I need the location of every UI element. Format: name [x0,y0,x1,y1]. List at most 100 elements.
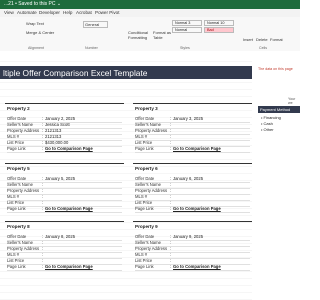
style-normal[interactable]: Normal [172,27,202,33]
property-card: Property 9 Offer Date: January 9, 2025 Sell… [133,221,252,273]
menu-view[interactable]: View [4,10,14,15]
row-label: Seller's Name [135,240,161,245]
comparison-page-link[interactable]: Go to Comparison Page [45,146,93,151]
row-colon: : [170,206,172,211]
menu-help[interactable]: Help [63,10,72,15]
row-colon: : [170,146,172,151]
row-label: List Price [135,140,153,145]
menu-power-pivot[interactable]: Power Pivot [95,10,120,15]
page-banner: ltiple Offer Comparison Excel Template [0,66,252,79]
row-colon: : [42,206,44,211]
ribbon: Wrap Text Merge & Center Alignment Gener… [0,17,300,52]
row-label: MLS # [7,134,20,139]
row-label: List Price [7,200,25,205]
row-label: Seller's Name [7,182,33,187]
row-colon: : [42,134,44,139]
row-value: Jessica Scott [45,122,70,127]
row-colon: : [42,176,44,181]
row-value: $430,000.00 [45,140,69,145]
merge-center-button[interactable]: Merge & Center [26,30,54,35]
row-colon: : [170,200,172,205]
row-label: Property Address [135,188,168,193]
property-row: Page Link: Go to Comparison Page [7,206,122,213]
row-colon: : [42,194,44,199]
row-value: January 3, 2025 [173,116,204,121]
row-colon: : [170,122,172,127]
payment-method-header: Payment Method [258,106,300,113]
property-title: Property 5 [7,166,30,171]
worksheet[interactable]: ltiple Offer Comparison Excel Template T… [0,61,300,300]
row-label: Page Link [135,206,154,211]
row-label: Seller's Name [135,182,161,187]
property-card: Property 6 Offer Date: January 6, 2025 Sell… [133,163,252,215]
row-colon: : [42,140,44,145]
row-colon: : [42,240,44,245]
wrap-text-button[interactable]: Wrap Text [26,21,44,26]
row-colon: : [170,176,172,181]
row-label: Page Link [135,264,154,269]
row-label: Page Link [135,146,154,151]
row-label: Seller's Name [135,122,161,127]
comparison-page-link[interactable]: Go to Comparison Page [45,206,93,211]
row-label: MLS # [135,194,148,199]
delete-button[interactable]: Delete [256,37,268,42]
row-colon: : [170,182,172,187]
row-colon: : [170,116,172,121]
property-card: Property 2 Offer Date: January 2, 2025 Sell… [5,103,124,155]
conditional-formatting-button[interactable]: Conditional Formatting [128,30,150,40]
row-colon: : [42,182,44,187]
property-card: Property 3 Offer Date: January 3, 2025 Sell… [133,103,252,155]
number-group-label: Number [85,46,98,50]
format-as-table-button[interactable]: Format as Table [153,30,171,40]
row-value: January 2, 2025 [45,116,76,121]
row-value: 2121313 [45,134,62,139]
row-value: January 6, 2025 [173,176,204,181]
property-row: Page Link: Go to Comparison Page [7,146,122,153]
row-value: January 5, 2025 [45,176,76,181]
comparison-page-link[interactable]: Go to Comparison Page [173,146,221,151]
property-row: Page Link: Go to Comparison Page [7,264,122,271]
title-bar: ...21 • Saved to this PC ⌄ [0,0,300,9]
row-colon: : [170,234,172,239]
menu-automate[interactable]: Automate [17,10,37,15]
row-label: Property Address [7,246,40,251]
row-colon: : [42,146,44,151]
style-bad[interactable]: Bad [204,27,234,33]
row-colon: : [42,246,44,251]
style-normal-10[interactable]: Normal 10 [204,20,234,26]
comparison-page-link[interactable]: Go to Comparison Page [45,264,93,269]
row-value: January 8, 2025 [45,234,76,239]
menu-developer[interactable]: Developer [39,10,60,15]
style-normal-3[interactable]: Normal 3 [172,20,202,26]
row-label: List Price [7,140,25,145]
row-colon: : [42,258,44,263]
side-text: Your we [288,97,296,105]
menu-acrobat[interactable]: Acrobat [76,10,92,15]
row-colon: : [170,194,172,199]
comparison-page-link[interactable]: Go to Comparison Page [173,264,221,269]
row-label: Offer Date [7,116,27,121]
row-colon: : [170,246,172,251]
comparison-page-link[interactable]: Go to Comparison Page [173,206,221,211]
row-label: Page Link [7,146,26,151]
payment-option: • Cash [261,121,273,126]
row-label: Seller's Name [7,240,33,245]
row-colon: : [170,252,172,257]
property-title: Property 8 [7,224,30,229]
row-label: Property Address [135,128,168,133]
format-button[interactable]: Format [270,37,283,42]
insert-button[interactable]: Insert [243,37,253,42]
row-label: MLS # [135,252,148,257]
payment-method-panel: Payment Method • Financing • Cash • Othe… [258,106,300,148]
row-label: Seller's Name [7,122,33,127]
window-title: ...21 • Saved to this PC ⌄ [4,1,62,7]
property-card: Property 8 Offer Date: January 8, 2025 Sell… [5,221,124,273]
row-colon: : [170,140,172,145]
row-colon: : [42,264,44,269]
row-colon: : [170,258,172,263]
property-title: Property 9 [135,224,158,229]
number-format-select[interactable]: General [83,21,108,28]
row-label: Offer Date [135,176,155,181]
row-label: Page Link [7,206,26,211]
row-value: January 9, 2025 [173,234,204,239]
